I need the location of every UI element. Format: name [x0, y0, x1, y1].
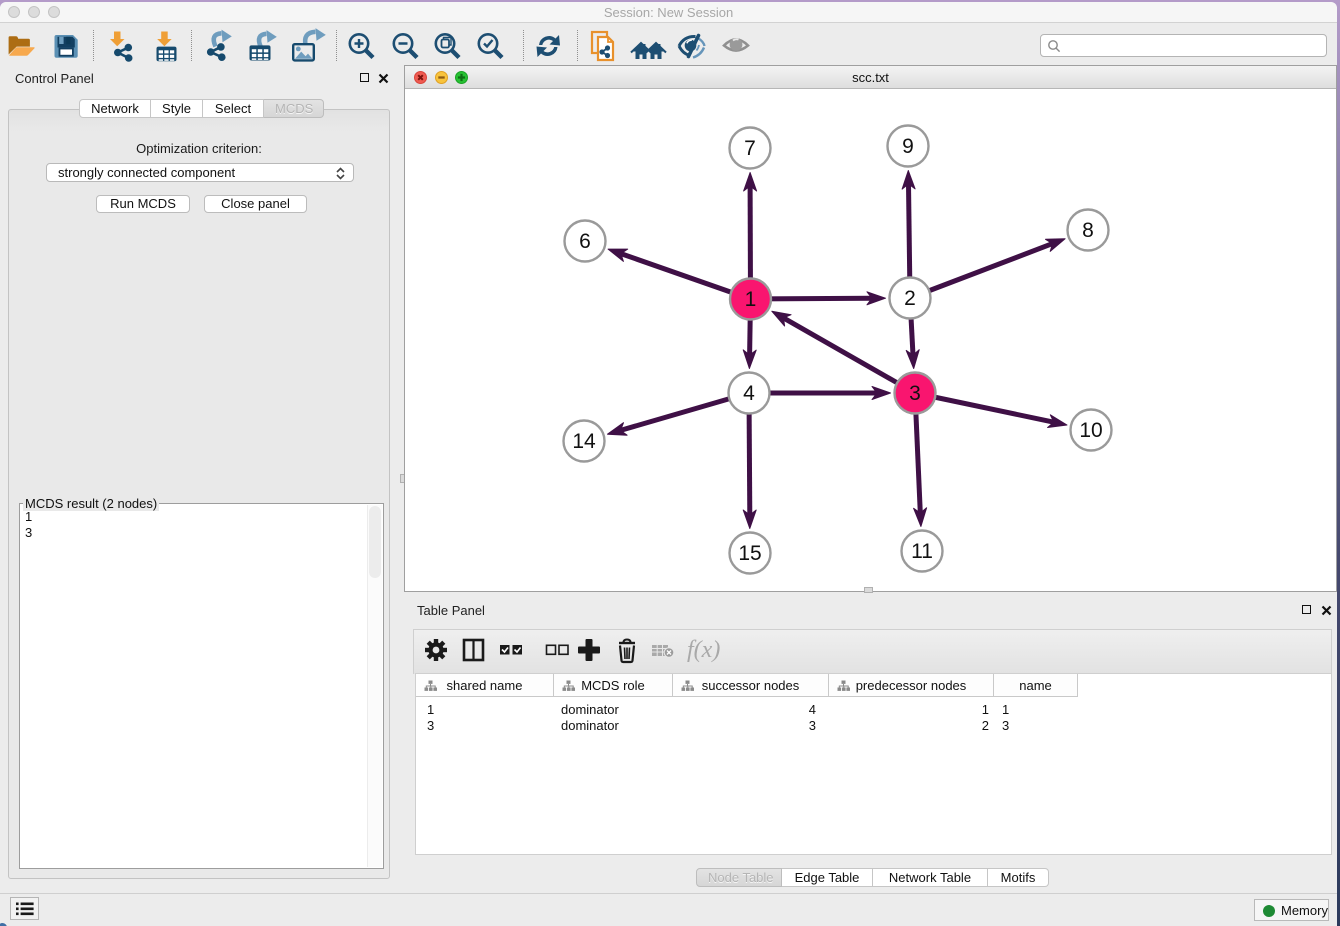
- svg-text:7: 7: [744, 137, 756, 160]
- svg-text:14: 14: [572, 430, 596, 453]
- svg-text:8: 8: [1082, 219, 1094, 242]
- svg-text:f(x): f(x): [687, 637, 720, 663]
- svg-text:2: 2: [904, 287, 916, 310]
- svg-text:4: 4: [743, 382, 755, 405]
- svg-text:3: 3: [909, 382, 921, 405]
- svg-text:1: 1: [745, 288, 757, 311]
- svg-text:11: 11: [911, 540, 933, 563]
- svg-text:10: 10: [1079, 419, 1102, 442]
- svg-text:6: 6: [579, 230, 591, 253]
- svg-text:9: 9: [902, 135, 914, 158]
- svg-text:15: 15: [738, 542, 761, 565]
